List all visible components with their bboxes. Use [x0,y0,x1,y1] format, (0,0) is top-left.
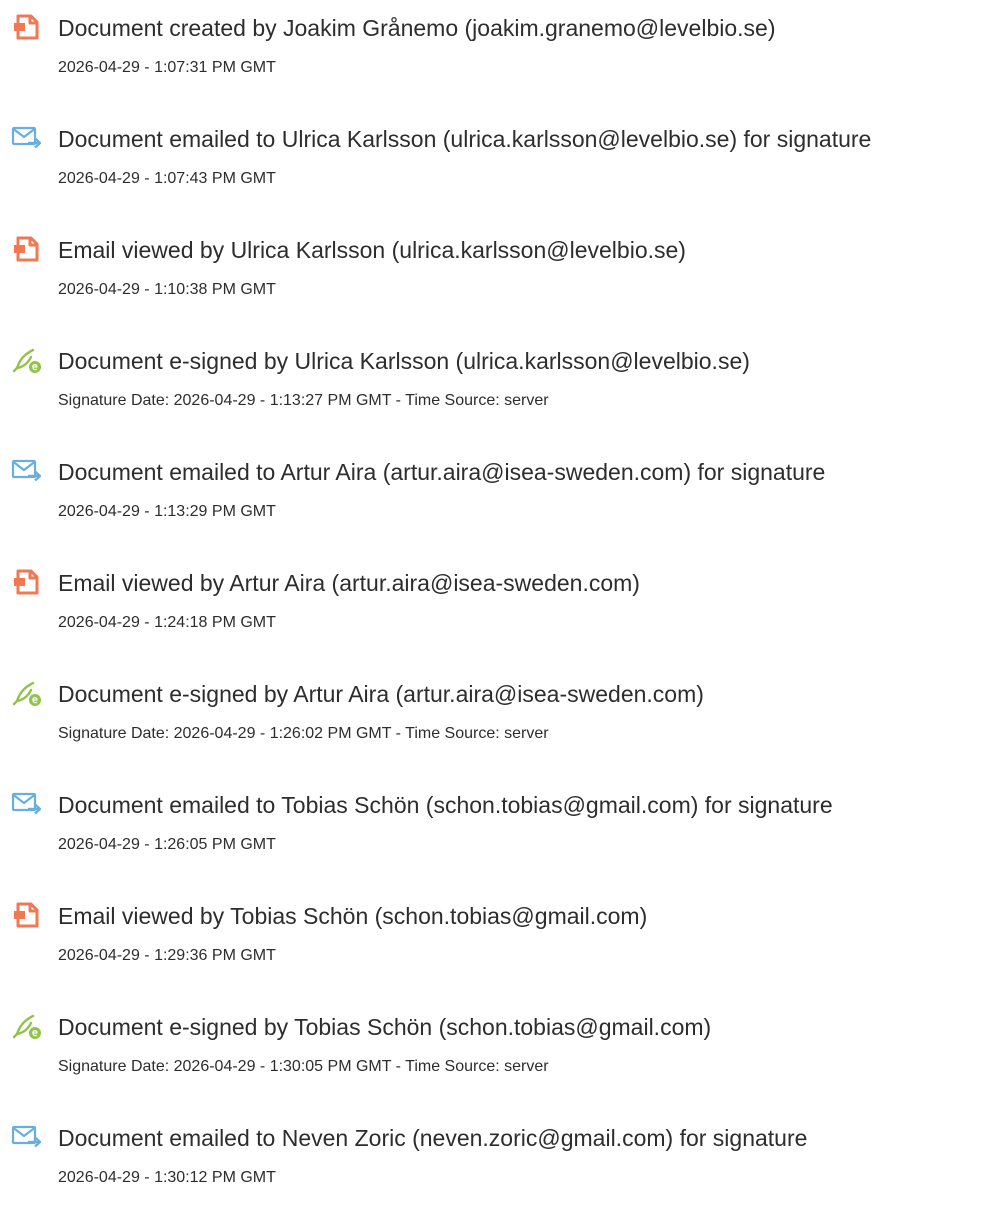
event-title: Document emailed to Artur Aira (artur.ai… [58,459,826,485]
event-title: Email viewed by Artur Aira (artur.aira@i… [58,570,640,596]
event-timestamp: 2026-04-29 - 1:29:36 PM GMT [58,947,276,964]
document-icon [11,567,43,597]
email-sent-icon [11,123,43,153]
event-timestamp: Signature Date: 2026-04-29 - 1:30:05 PM … [58,1058,549,1075]
event-title: Email viewed by Tobias Schön (schon.tobi… [58,903,648,929]
event-timestamp: 2026-04-29 - 1:10:38 PM GMT [58,281,276,298]
event-title: Document emailed to Neven Zoric (neven.z… [58,1125,808,1151]
audit-entry: Document emailed to Tobias Schön (schon.… [0,787,1001,877]
document-icon [11,234,43,264]
audit-entry: Document e-signed by Tobias Schön (schon… [0,1009,1001,1099]
audit-entry: Document created by Joakim Grånemo (joak… [0,10,1001,100]
document-icon [11,900,43,930]
event-timestamp: 2026-04-29 - 1:07:31 PM GMT [58,59,276,76]
email-sent-icon [11,789,43,819]
event-title: Document e-signed by Artur Aira (artur.a… [58,681,704,707]
event-timestamp: 2026-04-29 - 1:26:05 PM GMT [58,836,276,853]
event-timestamp: Signature Date: 2026-04-29 - 1:26:02 PM … [58,725,549,742]
document-icon [11,12,43,42]
event-title: Document emailed to Tobias Schön (schon.… [58,792,833,818]
e-sign-icon [11,345,43,375]
email-sent-icon [11,1122,43,1152]
audit-entry: Email viewed by Artur Aira (artur.aira@i… [0,565,1001,655]
audit-entry: Email viewed by Tobias Schön (schon.tobi… [0,898,1001,988]
event-timestamp: 2026-04-29 - 1:13:29 PM GMT [58,503,276,520]
event-title: Document created by Joakim Grånemo (joak… [58,15,776,41]
audit-entry: Email viewed by Ulrica Karlsson (ulrica.… [0,232,1001,322]
audit-entry: Document emailed to Artur Aira (artur.ai… [0,454,1001,544]
event-timestamp: 2026-04-29 - 1:07:43 PM GMT [58,170,276,187]
e-sign-icon [11,1011,43,1041]
email-sent-icon [11,456,43,486]
e-sign-icon [11,678,43,708]
audit-entry: Document e-signed by Artur Aira (artur.a… [0,676,1001,766]
event-title: Email viewed by Ulrica Karlsson (ulrica.… [58,237,686,263]
event-timestamp: 2026-04-29 - 1:24:18 PM GMT [58,614,276,631]
event-title: Document emailed to Ulrica Karlsson (ulr… [58,126,872,152]
audit-entry: Document emailed to Ulrica Karlsson (ulr… [0,121,1001,211]
event-timestamp: 2026-04-29 - 1:30:12 PM GMT [58,1169,276,1186]
event-title: Document e-signed by Tobias Schön (schon… [58,1014,712,1040]
event-title: Document e-signed by Ulrica Karlsson (ul… [58,348,750,374]
audit-entry: Document emailed to Neven Zoric (neven.z… [0,1120,1001,1210]
audit-entry: Document e-signed by Ulrica Karlsson (ul… [0,343,1001,433]
event-timestamp: Signature Date: 2026-04-29 - 1:13:27 PM … [58,392,549,409]
